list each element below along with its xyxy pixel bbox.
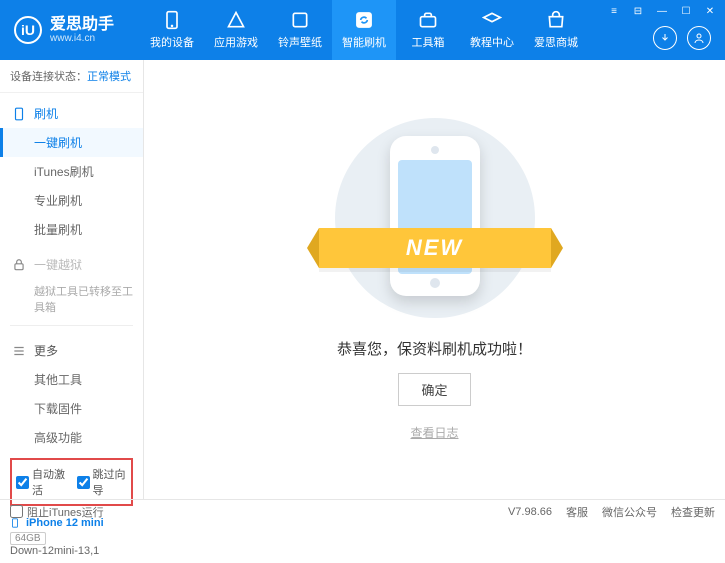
checkbox-auto-activate[interactable]: 自动激活: [16, 466, 67, 498]
lock-icon: [12, 258, 26, 272]
nav-label: 教程中心: [470, 34, 514, 50]
device-meta: Down-12mini-13,1: [10, 545, 133, 557]
jailbreak-note: 越狱工具已转移至工具箱: [0, 279, 143, 321]
close-icon[interactable]: ✕: [701, 4, 719, 18]
nav-label: 智能刷机: [342, 34, 386, 50]
phone-icon: [12, 107, 26, 121]
checkbox-skip-setup[interactable]: 跳过向导: [77, 466, 128, 498]
checkbox-block-itunes[interactable]: 阻止iTunes运行: [10, 504, 104, 520]
sidebar-head-jailbreak[interactable]: 一键越狱: [0, 250, 143, 279]
sidebar-head-more[interactable]: 更多: [0, 336, 143, 365]
nav-apps-games[interactable]: 应用游戏: [204, 0, 268, 60]
support-link[interactable]: 客服: [566, 504, 588, 520]
new-banner: NEW: [319, 228, 551, 268]
app-logo-icon: iU: [14, 16, 42, 44]
store-icon: [546, 10, 566, 30]
maximize-icon[interactable]: ☐: [677, 4, 695, 18]
sidebar-item-download-firmware[interactable]: 下载固件: [0, 394, 143, 423]
sidebar-item-itunes-flash[interactable]: iTunes刷机: [0, 157, 143, 186]
status-bar: 阻止iTunes运行 V7.98.66 客服 微信公众号 检查更新: [0, 499, 725, 523]
connection-status: 设备连接状态：正常模式: [0, 60, 143, 93]
app-url: www.i4.cn: [50, 33, 114, 44]
sidebar: 设备连接状态：正常模式 刷机 一键刷机 iTunes刷机 专业刷机 批量刷机 一…: [0, 60, 144, 499]
app-title: 爱思助手: [50, 16, 114, 34]
nav-label: 我的设备: [150, 34, 194, 50]
device-capacity: 64GB: [10, 532, 46, 545]
list-icon: [12, 344, 26, 358]
refresh-icon: [354, 10, 374, 30]
nav-label: 铃声壁纸: [278, 34, 322, 50]
sidebar-item-other-tools[interactable]: 其他工具: [0, 365, 143, 394]
pin-icon[interactable]: ⊟: [629, 4, 647, 18]
nav-ringtone-wallpaper[interactable]: 铃声壁纸: [268, 0, 332, 60]
top-nav: 我的设备 应用游戏 铃声壁纸 智能刷机 工具箱 教程中心: [140, 0, 605, 60]
nav-my-device[interactable]: 我的设备: [140, 0, 204, 60]
sidebar-item-onekey-flash[interactable]: 一键刷机: [0, 128, 143, 157]
success-illustration: NEW: [335, 118, 535, 318]
nav-label: 爱思商城: [534, 34, 578, 50]
nav-label: 工具箱: [412, 34, 445, 50]
title-bar: iU 爱思助手 www.i4.cn 我的设备 应用游戏 铃声壁纸 智能刷机: [0, 0, 725, 60]
sidebar-item-advanced[interactable]: 高级功能: [0, 423, 143, 452]
logo-area: iU 爱思助手 www.i4.cn: [0, 0, 140, 60]
nav-tutorials[interactable]: 教程中心: [460, 0, 524, 60]
version-label: V7.98.66: [508, 506, 552, 518]
menu-icon[interactable]: ≡: [605, 4, 623, 18]
download-icon: [659, 32, 671, 44]
nav-toolbox[interactable]: 工具箱: [396, 0, 460, 60]
main-content: NEW 恭喜您，保资料刷机成功啦！ 确定 查看日志: [144, 60, 725, 499]
media-icon: [290, 10, 310, 30]
wechat-link[interactable]: 微信公众号: [602, 504, 657, 520]
success-message: 恭喜您，保资料刷机成功啦！: [337, 338, 532, 359]
sidebar-item-pro-flash[interactable]: 专业刷机: [0, 186, 143, 215]
toolbox-icon: [418, 10, 438, 30]
nav-label: 应用游戏: [214, 34, 258, 50]
sidebar-item-batch-flash[interactable]: 批量刷机: [0, 215, 143, 244]
confirm-button[interactable]: 确定: [398, 373, 470, 406]
phone-icon: [162, 10, 182, 30]
account-button[interactable]: [687, 26, 711, 50]
view-log-link[interactable]: 查看日志: [410, 424, 458, 441]
graduation-icon: [482, 10, 502, 30]
download-button[interactable]: [653, 26, 677, 50]
nav-store[interactable]: 爱思商城: [524, 0, 588, 60]
minimize-icon[interactable]: —: [653, 4, 671, 18]
check-update-link[interactable]: 检查更新: [671, 504, 715, 520]
nav-smart-flash[interactable]: 智能刷机: [332, 0, 396, 60]
apps-icon: [226, 10, 246, 30]
user-icon: [693, 32, 705, 44]
sidebar-head-flash[interactable]: 刷机: [0, 99, 143, 128]
